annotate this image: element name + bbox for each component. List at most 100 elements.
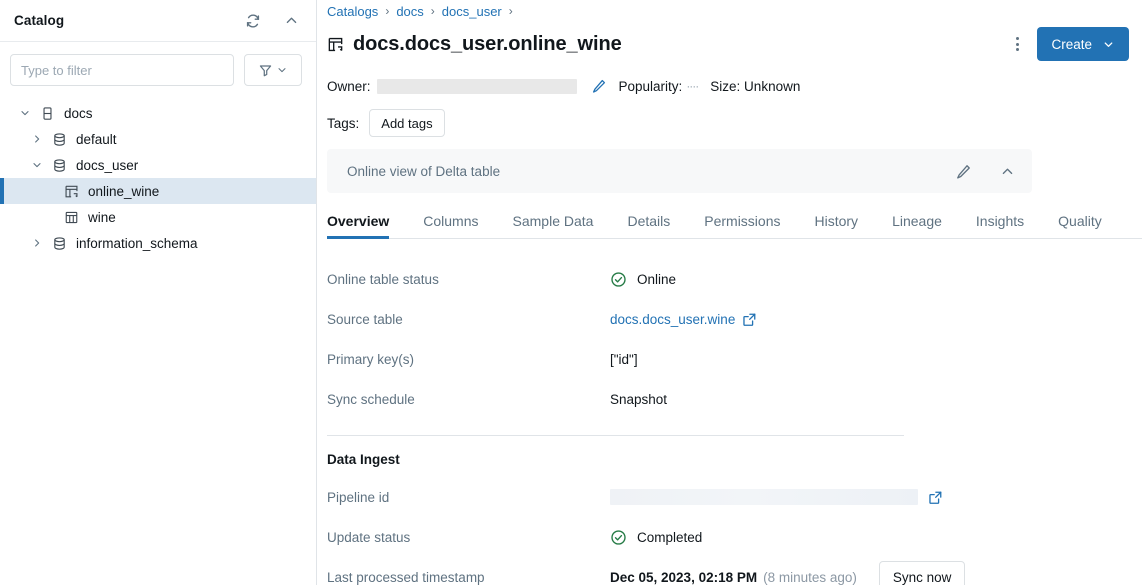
chevron-down-icon [276, 64, 288, 76]
page-title: docs.docs_user.online_wine [353, 33, 622, 56]
tags-label: Tags: [327, 116, 359, 131]
chevron-down-icon[interactable] [14, 107, 36, 119]
more-options-icon[interactable] [1012, 33, 1023, 55]
source-table-link[interactable]: docs.docs_user.wine [610, 312, 735, 327]
field-label: Online table status [327, 272, 610, 287]
field-value: Snapshot [610, 392, 667, 407]
owner-value-redacted [377, 79, 577, 94]
breadcrumb-item-docs-user[interactable]: docs_user [442, 4, 502, 19]
description-actions [952, 160, 1018, 182]
check-circle-icon [610, 529, 627, 546]
sidebar-title: Catalog [14, 13, 64, 28]
status-text: Completed [637, 530, 702, 545]
field-label: Update status [327, 530, 610, 545]
chevron-down-icon [1102, 38, 1115, 51]
description-box: Online view of Delta table [327, 149, 1032, 193]
schema-icon [48, 158, 70, 173]
schema-icon [48, 132, 70, 147]
tree-label: docs_user [76, 158, 138, 173]
tab-sample-data[interactable]: Sample Data [513, 213, 594, 238]
catalog-sidebar: Catalog [0, 0, 317, 585]
pencil-icon[interactable] [591, 78, 607, 94]
online-table-icon [60, 184, 82, 199]
tree-label: online_wine [88, 184, 159, 199]
create-button-label: Create [1051, 37, 1092, 52]
field-pipeline-id: Pipeline id [327, 477, 1145, 517]
external-link-icon[interactable] [742, 312, 757, 327]
check-circle-icon [610, 271, 627, 288]
tree-item-docs-user[interactable]: docs_user [0, 152, 316, 178]
add-tags-button[interactable]: Add tags [369, 109, 444, 137]
refresh-icon[interactable] [242, 10, 264, 32]
tab-quality[interactable]: Quality [1058, 213, 1102, 238]
field-label: Pipeline id [327, 490, 610, 505]
tab-insights[interactable]: Insights [976, 213, 1024, 238]
tree-item-default[interactable]: default [0, 126, 316, 152]
popularity-value: ···· [686, 79, 698, 93]
tree-item-docs[interactable]: docs [0, 100, 316, 126]
tree-label: default [76, 132, 117, 147]
catalog-tree: docs default [0, 96, 316, 256]
create-button[interactable]: Create [1037, 27, 1129, 61]
chevron-up-icon[interactable] [996, 160, 1018, 182]
external-link-icon[interactable] [928, 490, 943, 505]
catalog-explorer-page: Catalog [0, 0, 1145, 585]
tree-item-information-schema[interactable]: information_schema [0, 230, 316, 256]
metadata-row: Owner: Popularity: ···· Size: Unknown [317, 73, 1145, 99]
tab-overview[interactable]: Overview [327, 213, 389, 238]
owner-label: Owner: [327, 79, 371, 94]
breadcrumb: Catalogs › docs › docs_user › [317, 0, 1145, 22]
field-label: Primary key(s) [327, 352, 610, 367]
chevron-down-icon[interactable] [26, 159, 48, 171]
chevron-up-icon[interactable] [280, 10, 302, 32]
chevron-right-icon[interactable] [26, 237, 48, 249]
breadcrumb-separator: › [385, 4, 389, 18]
field-value: Completed [610, 529, 702, 546]
breadcrumb-separator: › [509, 4, 513, 18]
sidebar-header: Catalog [0, 0, 316, 42]
field-value [610, 489, 943, 505]
field-update-status: Update status Completed [327, 517, 1145, 557]
timestamp-relative: (8 minutes ago) [763, 570, 857, 585]
field-last-processed-timestamp: Last processed timestamp Dec 05, 2023, 0… [327, 557, 1145, 585]
tab-permissions[interactable]: Permissions [704, 213, 780, 238]
pencil-icon[interactable] [952, 160, 974, 182]
tab-bar: Overview Columns Sample Data Details Per… [327, 205, 1142, 239]
schema-icon [48, 236, 70, 251]
data-ingest-title: Data Ingest [327, 452, 1145, 467]
pipeline-id-value-redacted [610, 489, 918, 505]
funnel-icon [258, 63, 273, 78]
page-title-actions: Create [1012, 27, 1129, 61]
tab-history[interactable]: History [815, 213, 859, 238]
field-value: Dec 05, 2023, 02:18 PM (8 minutes ago) S… [610, 561, 965, 585]
sync-now-button[interactable]: Sync now [879, 561, 966, 585]
breadcrumb-item-docs[interactable]: docs [396, 4, 423, 19]
search-input[interactable] [10, 54, 234, 86]
field-source-table: Source table docs.docs_user.wine [327, 299, 1145, 339]
field-primary-keys: Primary key(s) ["id"] [327, 339, 1145, 379]
description-text: Online view of Delta table [347, 164, 500, 179]
timestamp-value: Dec 05, 2023, 02:18 PM [610, 570, 757, 585]
overview-fields: Online table status Online Source table … [327, 259, 1145, 419]
tab-lineage[interactable]: Lineage [892, 213, 942, 238]
field-value: ["id"] [610, 352, 638, 367]
tree-label: information_schema [76, 236, 198, 251]
tree-item-online-wine[interactable]: online_wine [0, 178, 316, 204]
online-table-icon [327, 36, 344, 53]
main-content: Catalogs › docs › docs_user › docs.docs_… [317, 0, 1145, 585]
field-label: Sync schedule [327, 392, 610, 407]
tab-details[interactable]: Details [627, 213, 670, 238]
field-label: Source table [327, 312, 610, 327]
field-value: docs.docs_user.wine [610, 312, 757, 327]
size-label: Size: Unknown [710, 79, 800, 94]
tab-columns[interactable]: Columns [423, 213, 478, 238]
sidebar-filter-row [0, 42, 316, 96]
filter-button[interactable] [244, 54, 302, 86]
breadcrumb-item-catalogs[interactable]: Catalogs [327, 4, 378, 19]
field-sync-schedule: Sync schedule Snapshot [327, 379, 1145, 419]
tree-item-wine[interactable]: wine [0, 204, 316, 230]
tree-label: docs [64, 106, 93, 121]
section-divider [327, 435, 904, 436]
status-text: Online [637, 272, 676, 287]
chevron-right-icon[interactable] [26, 133, 48, 145]
